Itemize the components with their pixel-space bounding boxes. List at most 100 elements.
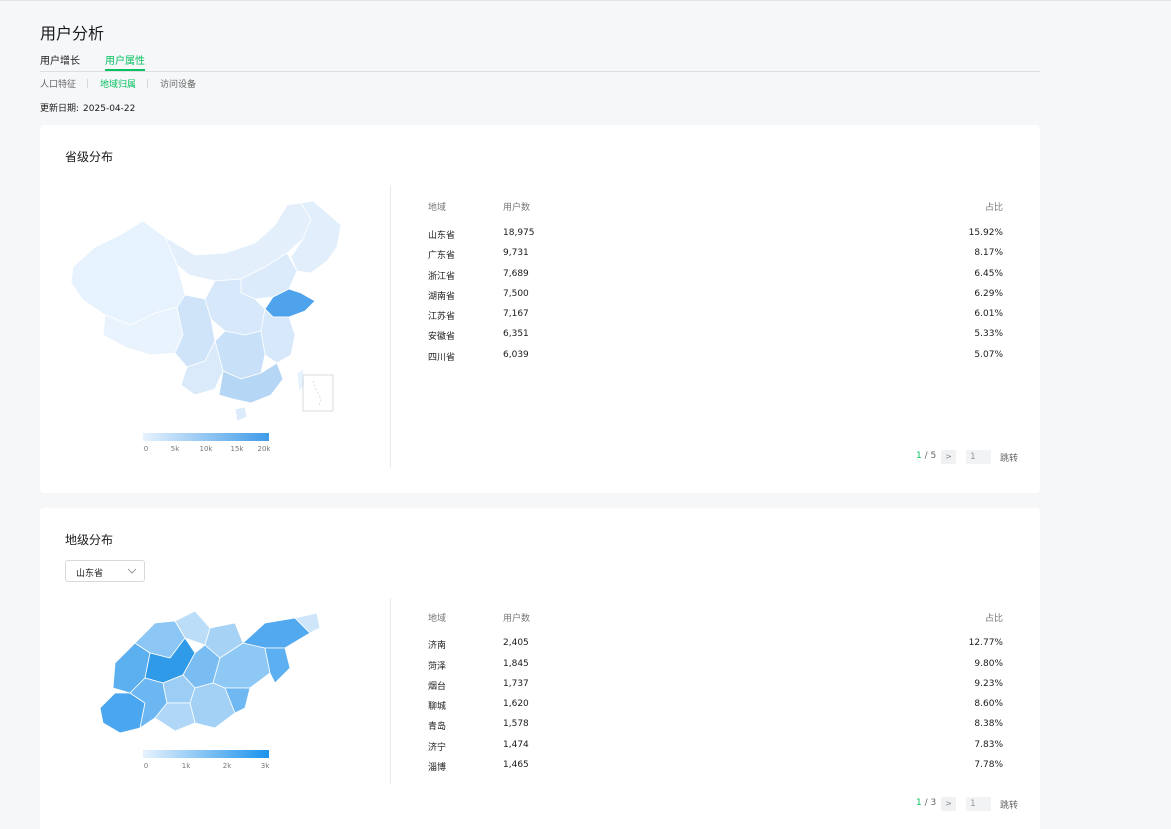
row-region: 浙江省 [428, 272, 456, 282]
subtab-demographics[interactable]: 人口特征 [40, 77, 76, 90]
tab-user-growth[interactable]: 用户增长 [40, 52, 80, 71]
legend-tick: 15k [230, 445, 244, 453]
row-users: 1,845 [503, 659, 529, 669]
table-header-ratio: 占比 [984, 203, 1003, 213]
row-users: 9,731 [503, 248, 529, 258]
top-divider [0, 0, 1171, 1]
table-row: 广东省 9,731 8.17% [428, 248, 1003, 262]
row-users: 1,465 [503, 760, 529, 770]
row-region: 济南 [428, 641, 447, 651]
subtab-divider [147, 79, 148, 88]
legend-gradient-bar [143, 750, 269, 758]
province-legend: 0 5k 10k 15k 20k [143, 433, 271, 457]
table-header-users: 用户数 [503, 203, 531, 213]
row-region: 江苏省 [428, 312, 456, 322]
row-ratio: 8.60% [974, 699, 1003, 709]
row-ratio: 5.07% [974, 350, 1003, 360]
row-users: 7,500 [503, 289, 529, 299]
table-row: 淄博 1,465 7.78% [428, 760, 1003, 774]
province-pagination: 1 / 5 > 跳转 [916, 450, 1018, 464]
next-page-button[interactable]: > [941, 450, 956, 464]
city-card: 地级分布 山东省 0 1k 2k 3k 地域 用户数 占比 济南 2,405 1… [40, 508, 1040, 829]
legend-tick: 20k [257, 445, 271, 453]
page-jump-input[interactable] [966, 797, 991, 811]
page-total: 3 [930, 798, 937, 808]
row-ratio: 9.80% [974, 659, 1003, 669]
card-divider [390, 185, 391, 468]
update-date-value: 2025-04-22 [83, 104, 136, 114]
row-region: 湖南省 [428, 292, 456, 302]
tab-user-attributes[interactable]: 用户属性 [105, 52, 145, 71]
page-title: 用户分析 [40, 24, 105, 43]
map-city-heze [99, 692, 146, 734]
row-users: 6,039 [503, 350, 529, 360]
table-row: 烟台 1,737 9.23% [428, 679, 1003, 693]
chevron-down-icon [127, 568, 137, 574]
row-ratio: 6.01% [974, 309, 1003, 319]
province-table: 地域 用户数 占比 山东省 18,975 15.92% 广东省 9,731 8.17% … [428, 200, 1003, 370]
jump-button[interactable]: 跳转 [1000, 451, 1018, 464]
city-pagination: 1 / 3 > 跳转 [916, 797, 1018, 811]
chevron-right-icon: > [945, 452, 952, 461]
table-header-users: 用户数 [503, 614, 531, 624]
table-row: 四川省 6,039 5.07% [428, 350, 1003, 364]
row-region: 青岛 [428, 722, 447, 732]
row-ratio: 7.78% [974, 760, 1003, 770]
table-row: 安徽省 6,351 5.33% [428, 329, 1003, 343]
row-users: 1,737 [503, 679, 529, 689]
legend-tick: 2k [222, 762, 232, 770]
page-jump-input[interactable] [966, 450, 991, 464]
table-row: 湖南省 7,500 6.29% [428, 289, 1003, 303]
legend-tick: 0 [143, 445, 149, 453]
table-header-region: 地域 [428, 614, 447, 624]
map-region-hainan [234, 406, 248, 422]
update-date-label: 更新日期: [40, 104, 80, 114]
row-ratio: 8.17% [974, 248, 1003, 258]
jump-button[interactable]: 跳转 [1000, 798, 1018, 811]
province-select-value: 山东省 [76, 569, 104, 579]
row-ratio: 7.83% [974, 740, 1003, 750]
row-users: 1,474 [503, 740, 529, 750]
page-indicator: 1 / 5 [916, 451, 937, 461]
province-select[interactable]: 山东省 [65, 560, 145, 582]
table-row: 青岛 1,578 8.38% [428, 719, 1003, 733]
main-tabs: 用户增长 用户属性 [40, 52, 1040, 72]
row-users: 6,351 [503, 329, 529, 339]
row-ratio: 8.38% [974, 719, 1003, 729]
next-page-button[interactable]: > [941, 797, 956, 811]
legend-gradient-bar [143, 433, 269, 441]
row-ratio: 6.29% [974, 289, 1003, 299]
table-row: 济宁 1,474 7.83% [428, 740, 1003, 754]
row-region: 淄博 [428, 763, 447, 773]
table-row: 聊城 1,620 8.60% [428, 699, 1003, 713]
row-users: 1,620 [503, 699, 529, 709]
row-region: 济宁 [428, 743, 447, 753]
row-users: 7,689 [503, 269, 529, 279]
row-ratio: 12.77% [968, 638, 1003, 648]
city-table: 地域 用户数 占比 济南 2,405 12.77% 菏泽 1,845 9.80% 烟台 1… [428, 611, 1003, 781]
update-date: 更新日期: 2025-04-22 [40, 101, 139, 114]
map-region-taiwan [296, 368, 306, 392]
row-ratio: 6.45% [974, 269, 1003, 279]
page-total: 5 [930, 451, 937, 461]
subtab-region[interactable]: 地域归属 [100, 77, 136, 90]
city-title: 地级分布 [65, 533, 114, 547]
row-region: 烟台 [428, 682, 447, 692]
row-region: 四川省 [428, 353, 456, 363]
table-row: 江苏省 7,167 6.01% [428, 309, 1003, 323]
row-ratio: 15.92% [968, 228, 1003, 238]
table-row: 济南 2,405 12.77% [428, 638, 1003, 652]
china-map [70, 200, 342, 422]
row-region: 菏泽 [428, 662, 447, 672]
row-region: 广东省 [428, 251, 456, 261]
table-row: 山东省 18,975 15.92% [428, 228, 1003, 242]
table-row: 浙江省 7,689 6.45% [428, 269, 1003, 283]
shandong-map [99, 610, 320, 734]
row-users: 2,405 [503, 638, 529, 648]
subtab-devices[interactable]: 访问设备 [160, 77, 196, 90]
table-header-ratio: 占比 [984, 614, 1003, 624]
row-region: 安徽省 [428, 332, 456, 342]
legend-tick: 10k [199, 445, 213, 453]
page-indicator: 1 / 3 [916, 798, 937, 808]
legend-tick: 1k [181, 762, 191, 770]
